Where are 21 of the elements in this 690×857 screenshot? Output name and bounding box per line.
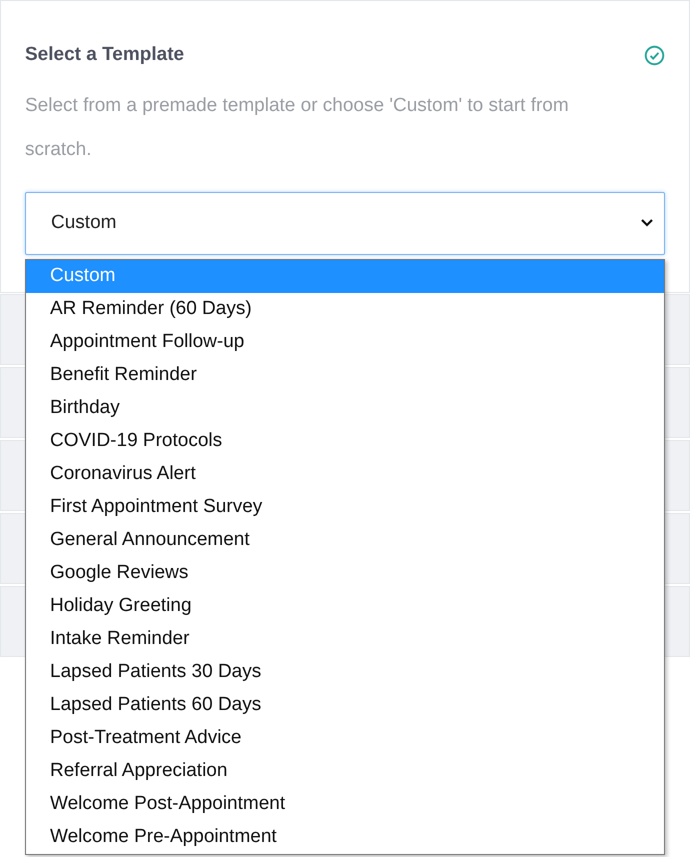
dropdown-option[interactable]: COVID-19 Protocols xyxy=(26,425,664,458)
dropdown-option[interactable]: Appointment Follow-up xyxy=(26,326,664,359)
dropdown-option[interactable]: Benefit Reminder xyxy=(26,359,664,392)
dropdown-option[interactable]: Referral Appreciation xyxy=(26,755,664,788)
card-description: Select from a premade template or choose 'Custom' to start from scratch. xyxy=(25,94,570,162)
dropdown-option[interactable]: Lapsed Patients 30 Days xyxy=(26,656,664,689)
template-select[interactable]: Custom xyxy=(25,192,665,254)
dropdown-option[interactable]: First Appointment Survey xyxy=(26,491,664,524)
dropdown-option[interactable]: Welcome Post-Appointment xyxy=(26,788,664,821)
dropdown-option[interactable]: Google Reviews xyxy=(26,557,664,590)
chevron-down-icon xyxy=(640,218,654,228)
dropdown-option[interactable]: AR Reminder (60 Days) xyxy=(26,293,664,326)
dropdown-option[interactable]: Coronavirus Alert xyxy=(26,458,664,491)
dropdown-option[interactable]: Intake Reminder xyxy=(26,623,664,656)
dropdown-option[interactable]: Holiday Greeting xyxy=(26,590,664,623)
dropdown-option[interactable]: Welcome Pre-Appointment xyxy=(26,821,664,854)
dropdown-option[interactable]: Birthday xyxy=(26,392,664,425)
dropdown-option[interactable]: Lapsed Patients 60 Days xyxy=(26,689,664,722)
dropdown-option[interactable]: General Announcement xyxy=(26,524,664,557)
card-title: Select a Template xyxy=(25,43,184,67)
dropdown-option[interactable]: Post-Treatment Advice xyxy=(26,722,664,755)
